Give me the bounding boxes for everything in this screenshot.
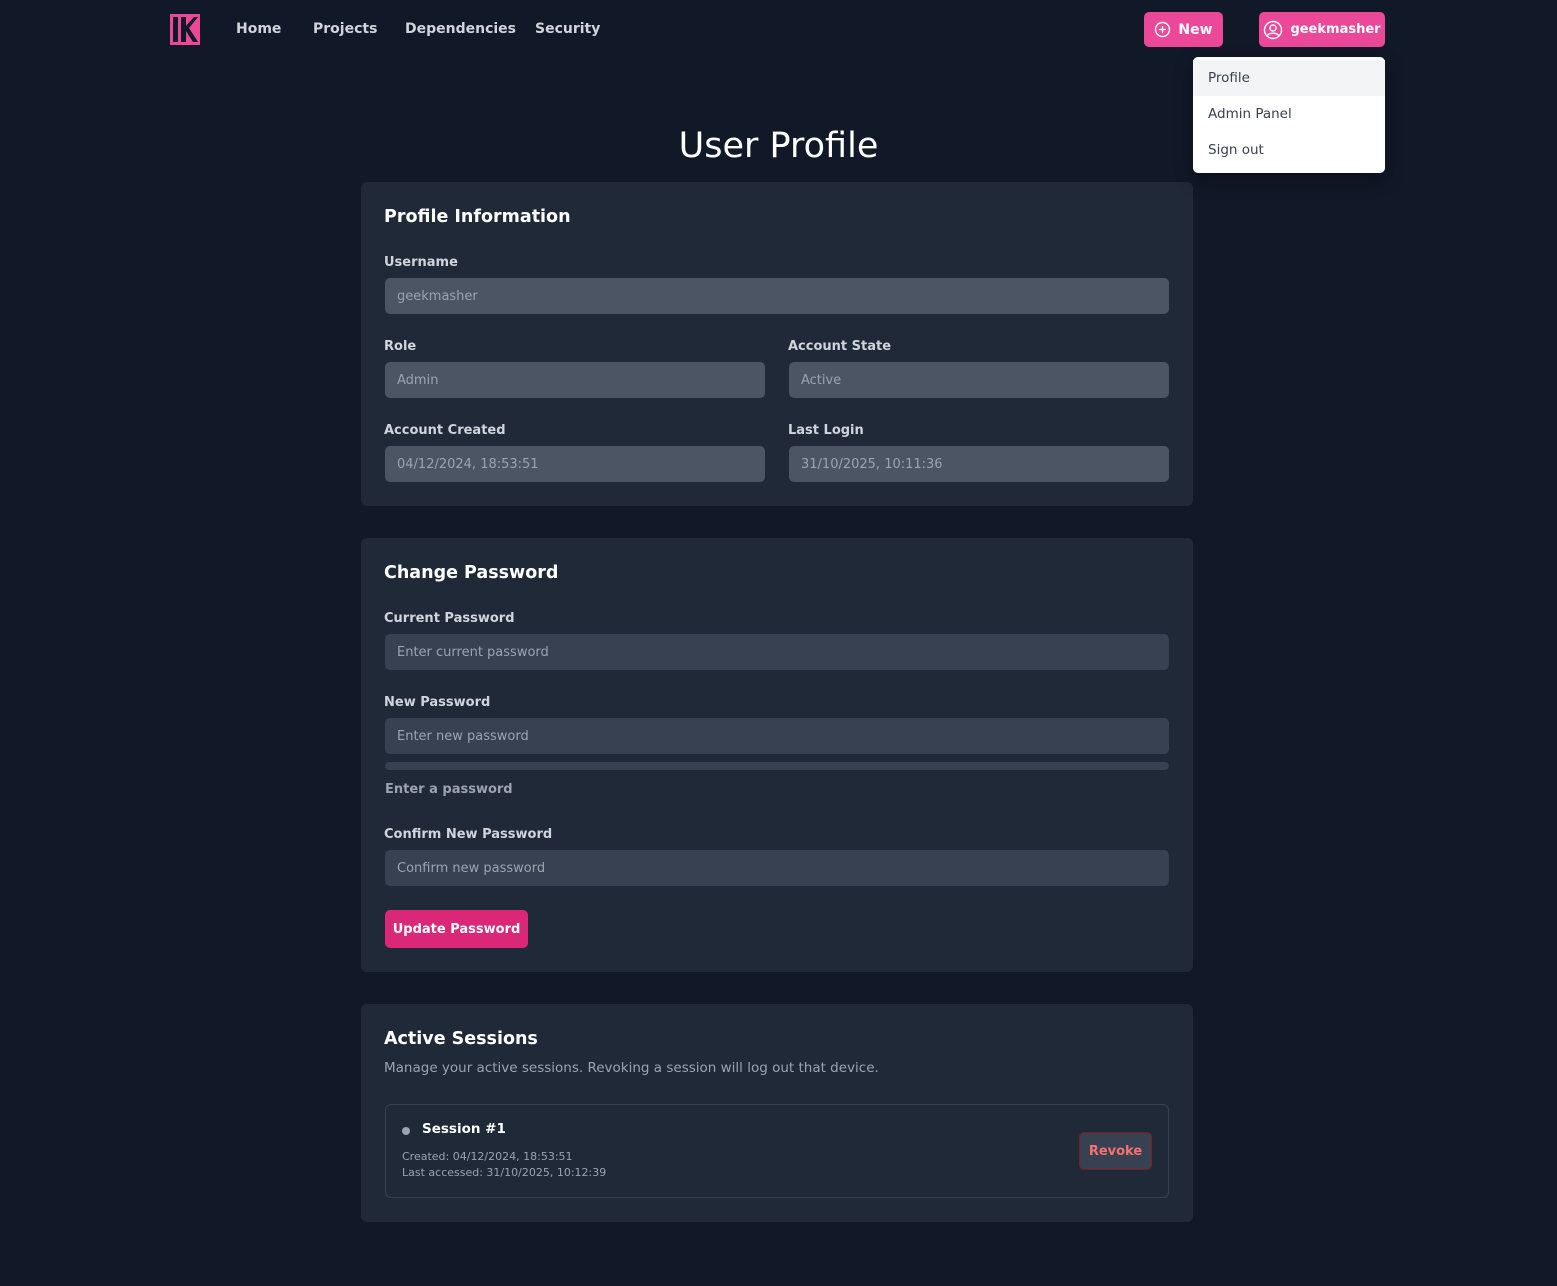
password-strength-bar <box>385 762 1169 770</box>
nav-dependencies[interactable]: Dependencies <box>405 19 516 39</box>
nav-home[interactable]: Home <box>236 19 281 39</box>
plus-circle-icon <box>1155 21 1171 38</box>
menu-item-profile[interactable]: Profile <box>1193 60 1385 96</box>
change-password-card: Change Password Current Password New Pas… <box>361 538 1193 972</box>
username-field[interactable] <box>385 278 1169 314</box>
session-name: Session #1 <box>422 1121 506 1137</box>
confirm-password-input[interactable] <box>385 850 1169 886</box>
account-state-field[interactable] <box>789 362 1169 398</box>
top-navbar: Home Projects Dependencies Security New … <box>0 0 1557 58</box>
revoke-session-button[interactable]: Revoke <box>1079 1132 1152 1170</box>
user-circle-icon <box>1264 20 1283 39</box>
nav-security[interactable]: Security <box>535 19 600 39</box>
active-sessions-description: Manage your active sessions. Revoking a … <box>384 1060 879 1076</box>
account-state-label: Account State <box>788 339 892 354</box>
session-status-dot-icon <box>402 1127 410 1135</box>
app-logo-icon[interactable] <box>170 14 200 45</box>
account-created-field[interactable] <box>385 446 765 482</box>
active-sessions-title: Active Sessions <box>384 1029 538 1049</box>
password-strength-hint: Enter a password <box>385 782 513 797</box>
session-item: Session #1 Created: 04/12/2024, 18:53:51… <box>385 1104 1169 1198</box>
session-created: Created: 04/12/2024, 18:53:51 <box>402 1150 573 1163</box>
new-button[interactable]: New <box>1144 12 1223 47</box>
last-login-label: Last Login <box>788 423 864 438</box>
new-password-label: New Password <box>384 695 491 710</box>
nav-projects[interactable]: Projects <box>313 19 377 39</box>
current-password-input[interactable] <box>385 634 1169 670</box>
menu-item-admin-panel[interactable]: Admin Panel <box>1193 96 1385 132</box>
session-last-accessed: Last accessed: 31/10/2025, 10:12:39 <box>402 1166 607 1179</box>
menu-item-sign-out[interactable]: Sign out <box>1193 132 1385 168</box>
current-password-label: Current Password <box>384 611 515 626</box>
username-label: Username <box>384 255 458 270</box>
new-button-label: New <box>1178 21 1213 38</box>
last-login-field[interactable] <box>789 446 1169 482</box>
active-sessions-card: Active Sessions Manage your active sessi… <box>361 1004 1193 1222</box>
role-field[interactable] <box>385 362 765 398</box>
profile-information-card: Profile Information Username Role Accoun… <box>361 182 1193 506</box>
profile-information-title: Profile Information <box>384 207 571 227</box>
account-created-label: Account Created <box>384 423 506 438</box>
update-password-button[interactable]: Update Password <box>385 910 528 948</box>
role-label: Role <box>384 339 417 354</box>
confirm-password-label: Confirm New Password <box>384 827 553 842</box>
user-menu-button[interactable]: geekmasher <box>1259 12 1385 47</box>
new-password-input[interactable] <box>385 718 1169 754</box>
user-dropdown-menu: Profile Admin Panel Sign out <box>1193 57 1385 173</box>
change-password-title: Change Password <box>384 563 559 583</box>
user-menu-label: geekmasher <box>1290 22 1381 37</box>
